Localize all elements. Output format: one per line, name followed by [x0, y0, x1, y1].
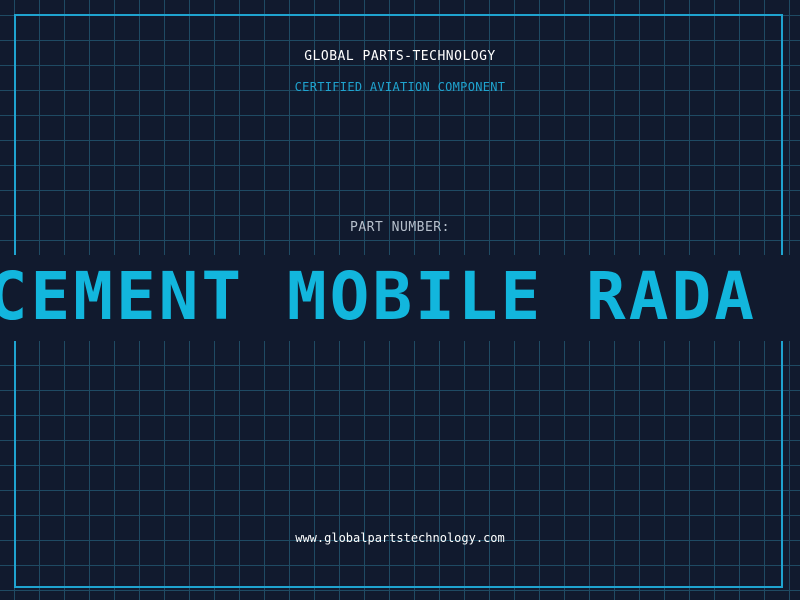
part-number-band: RCEMENT MOBILE RADA: [0, 255, 800, 341]
part-number-value: RCEMENT MOBILE RADA: [0, 258, 757, 335]
brand-title: GLOBAL PARTS-TECHNOLOGY: [304, 49, 496, 64]
website-url: www.globalpartstechnology.com: [295, 531, 505, 545]
brand-subtitle: CERTIFIED AVIATION COMPONENT: [294, 80, 506, 94]
part-number-label: PART NUMBER:: [350, 220, 450, 235]
